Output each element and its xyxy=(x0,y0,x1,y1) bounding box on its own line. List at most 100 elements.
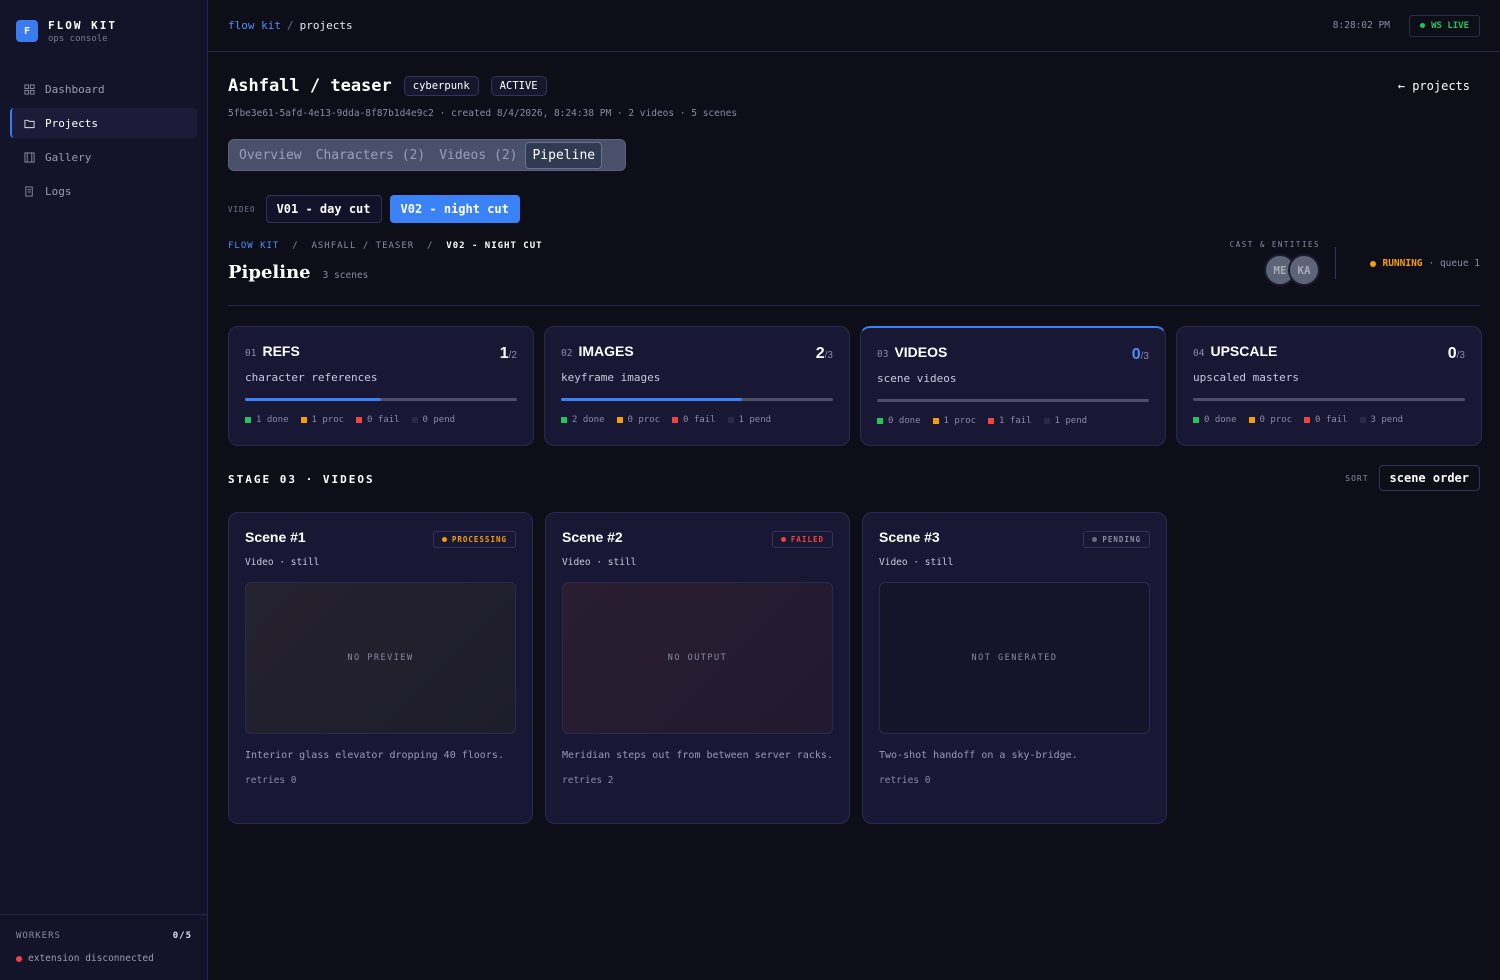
proc-square-icon xyxy=(1248,417,1255,423)
scene-description: Interior glass elevator dropping 40 floo… xyxy=(245,750,504,761)
breadcrumb: flow kit / projects xyxy=(228,19,353,32)
stage-cards: 01 REFS 1/2 character references 1 done 1… xyxy=(228,326,1482,446)
scene-preview[interactable]: NO PREVIEW xyxy=(245,582,516,734)
legend-proc-text: 0 proc xyxy=(1259,415,1293,425)
sort-select[interactable]: scene order xyxy=(1378,465,1480,491)
legend-pend: 3 pend xyxy=(1359,415,1403,425)
scene-subtitle: Video · still xyxy=(879,557,954,568)
extension-status: extension disconnected xyxy=(16,953,192,964)
pipeline-crumb-project[interactable]: ASHFALL / TEASER xyxy=(311,241,414,251)
ws-live-badge: WS LIVE xyxy=(1409,14,1480,37)
cast-avatars: ME KA xyxy=(1230,254,1320,286)
scene-preview[interactable]: NO OUTPUT xyxy=(562,582,833,734)
breadcrumb-root-link[interactable]: flow kit xyxy=(228,19,281,32)
legend-proc: 1 proc xyxy=(932,416,976,426)
stage-card-videos[interactable]: 03 VIDEOS 0/3 scene videos 0 done 1 proc … xyxy=(860,326,1166,446)
scene-description: Two-shot handoff on a sky-bridge. xyxy=(879,750,1078,761)
stage-legend: 0 done 1 proc 1 fail 1 pend xyxy=(877,416,1149,426)
sidebar-item-label: Gallery xyxy=(45,150,92,164)
queue-count: · queue 1 xyxy=(1428,258,1480,269)
tab-characters[interactable]: Characters (2) xyxy=(310,143,432,168)
legend-done-text: 0 done xyxy=(1204,415,1237,425)
sidebar-item-gallery[interactable]: Gallery xyxy=(10,142,197,172)
status-badge-text: PENDING xyxy=(1102,535,1141,544)
stage-progress-bar xyxy=(1193,398,1465,401)
sidebar-item-projects[interactable]: Projects xyxy=(10,108,197,138)
scene-card[interactable]: Scene #1 PROCESSING Video · still NO PRE… xyxy=(228,512,533,824)
status-badge: FAILED xyxy=(771,531,833,548)
pipeline-crumb-root[interactable]: FLOW KIT xyxy=(228,241,279,251)
legend-proc-text: 1 proc xyxy=(311,415,345,425)
sidebar-item-label: Projects xyxy=(45,116,98,130)
pipeline-title: Pipeline xyxy=(228,262,311,283)
stage-progress-bar xyxy=(561,398,833,401)
back-to-projects-link[interactable]: ← projects xyxy=(1398,79,1470,93)
stage-card-images[interactable]: 02 IMAGES 2/3 keyframe images 2 done 0 pr… xyxy=(544,326,850,446)
video-option-v02[interactable]: V02 - night cut xyxy=(389,195,520,223)
brand[interactable]: F FLOW KIT ops console xyxy=(0,0,207,62)
status-dot-icon xyxy=(1092,537,1098,542)
running-dot-icon xyxy=(1370,260,1377,267)
stage-card-refs[interactable]: 01 REFS 1/2 character references 1 done 1… xyxy=(228,326,534,446)
preview-placeholder: NO PREVIEW xyxy=(347,653,414,663)
stage-progress-bar xyxy=(245,398,517,401)
stage-done-count: 0 xyxy=(1447,345,1457,362)
breadcrumb-separator: / xyxy=(420,241,440,251)
avatar[interactable]: KA xyxy=(1288,254,1320,286)
status-badge: ACTIVE xyxy=(490,76,547,96)
pipeline-status-text: RUNNING xyxy=(1382,258,1423,269)
legend-done: 0 done xyxy=(1193,415,1237,425)
tab-pipeline[interactable]: Pipeline xyxy=(525,141,603,169)
legend-fail: 0 fail xyxy=(356,415,400,425)
stage-total: /3 xyxy=(824,350,833,361)
stage-legend: 2 done 0 proc 0 fail 1 pend xyxy=(561,415,833,425)
legend-fail: 0 fail xyxy=(672,415,716,425)
live-dot-icon xyxy=(1420,23,1426,28)
stage-count: 1/2 xyxy=(500,345,517,363)
stage-progress-fill xyxy=(561,398,743,401)
sidebar-item-dashboard[interactable]: Dashboard xyxy=(10,74,197,104)
scene-card[interactable]: Scene #2 FAILED Video · still NO OUTPUT … xyxy=(545,512,850,824)
preview-placeholder: NOT GENERATED xyxy=(971,653,1058,663)
status-badge: PENDING xyxy=(1083,531,1150,548)
status-dot-icon xyxy=(441,537,447,542)
pipeline-crumb-current: V02 - NIGHT CUT xyxy=(446,241,543,251)
status-badge-text: FAILED xyxy=(790,535,824,544)
stage-legend: 1 done 1 proc 0 fail 0 pend xyxy=(245,415,517,425)
video-selector-label: VIDEO xyxy=(228,204,256,214)
app-name: FLOW KIT xyxy=(48,18,117,32)
project-meta: 5fbe3e61-5afd-4e13-9dda-8f87b1d4e9c2 · c… xyxy=(228,108,738,119)
legend-pend: 0 pend xyxy=(411,415,456,425)
scene-preview[interactable]: NOT GENERATED xyxy=(879,582,1150,734)
stage-legend: 0 done 0 proc 0 fail 3 pend xyxy=(1193,415,1465,425)
divider xyxy=(228,305,1480,306)
app-subtitle: ops console xyxy=(48,33,108,44)
sidebar-item-logs[interactable]: Logs xyxy=(10,176,197,206)
legend-done-text: 0 done xyxy=(888,416,921,426)
scene-retries: retries 0 xyxy=(879,775,931,786)
topbar: flow kit / projects 8:28:02 PM WS LIVE xyxy=(208,0,1500,52)
legend-pend-text: 0 pend xyxy=(422,415,456,425)
stage-name: IMAGES xyxy=(578,343,634,359)
grid-icon xyxy=(24,83,35,95)
stage-done-count: 0 xyxy=(1131,346,1141,363)
video-option-v01[interactable]: V01 - day cut xyxy=(265,195,382,223)
fail-square-icon xyxy=(672,417,679,423)
project-header: Ashfall / teaser cyberpunk ACTIVE xyxy=(228,76,547,96)
tab-overview[interactable]: Overview xyxy=(233,143,308,168)
stage-card-upscale[interactable]: 04 UPSCALE 0/3 upscaled masters 0 done 0 … xyxy=(1176,326,1482,446)
cast-panel: CAST & ENTITIES ME KA xyxy=(1230,240,1320,286)
scene-card[interactable]: Scene #3 PENDING Video · still NOT GENER… xyxy=(862,512,1167,824)
stage-number: 03 xyxy=(877,349,889,360)
pend-square-icon xyxy=(411,417,418,423)
scroll-icon xyxy=(25,185,33,197)
legend-pend: 1 pend xyxy=(727,415,771,425)
tab-videos[interactable]: Videos (2) xyxy=(433,143,523,168)
fail-square-icon xyxy=(988,418,995,424)
legend-done-text: 2 done xyxy=(572,415,605,425)
stage-done-count: 2 xyxy=(815,345,825,362)
stage-description: scene videos xyxy=(877,372,957,385)
genre-tag: cyberpunk xyxy=(403,76,479,96)
stage-name: VIDEOS xyxy=(894,344,948,360)
scene-subtitle: Video · still xyxy=(245,557,320,568)
